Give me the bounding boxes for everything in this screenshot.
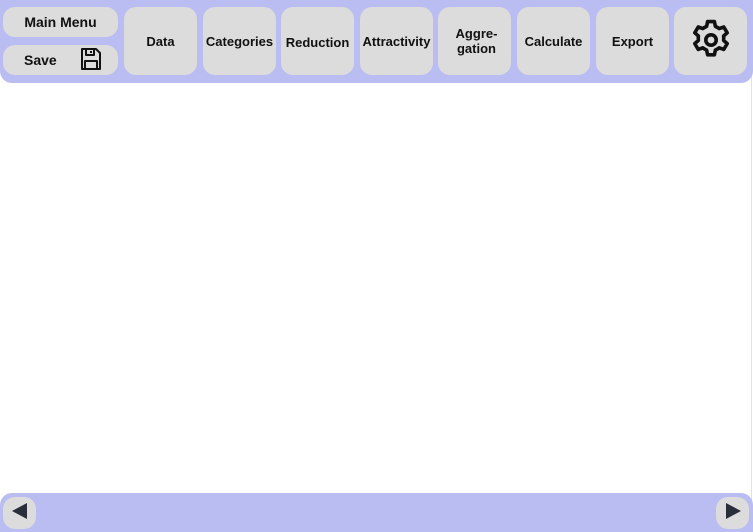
tab-calculate[interactable]: Calculate bbox=[517, 7, 590, 75]
top-toolbar: Main Menu Save Data Categories Reduction… bbox=[0, 0, 753, 83]
main-menu-button[interactable]: Main Menu bbox=[3, 7, 118, 37]
tab-reduction[interactable]: Reduction bbox=[281, 7, 354, 75]
tab-attractivity[interactable]: Attractivity bbox=[360, 7, 433, 75]
tab-aggregation-label: Aggre- gation bbox=[455, 26, 498, 56]
settings-button[interactable] bbox=[674, 7, 747, 75]
bottom-navigation-bar bbox=[0, 493, 753, 532]
tab-categories[interactable]: Categories bbox=[203, 7, 276, 75]
save-button[interactable]: Save bbox=[3, 45, 118, 75]
tab-calculate-label: Calculate bbox=[524, 33, 583, 49]
save-label: Save bbox=[24, 51, 57, 68]
tab-export-label: Export bbox=[611, 33, 654, 49]
tab-data[interactable]: Data bbox=[124, 7, 197, 75]
tab-categories-label: Categories bbox=[205, 33, 274, 49]
tab-aggregation[interactable]: Aggre- gation bbox=[438, 7, 511, 75]
gear-icon bbox=[687, 16, 735, 67]
tab-data-label: Data bbox=[146, 33, 175, 49]
tab-attractivity-label: Attractivity bbox=[362, 33, 431, 49]
tab-reduction-label: Reduction bbox=[285, 35, 350, 50]
previous-button[interactable] bbox=[3, 497, 36, 529]
triangle-left-icon bbox=[10, 502, 30, 525]
tab-export[interactable]: Export bbox=[596, 7, 669, 75]
triangle-right-icon bbox=[723, 502, 743, 525]
floppy-disk-icon bbox=[79, 47, 103, 74]
right-edge-divider bbox=[751, 0, 752, 532]
main-menu-label: Main Menu bbox=[24, 13, 97, 30]
next-button[interactable] bbox=[716, 497, 749, 529]
